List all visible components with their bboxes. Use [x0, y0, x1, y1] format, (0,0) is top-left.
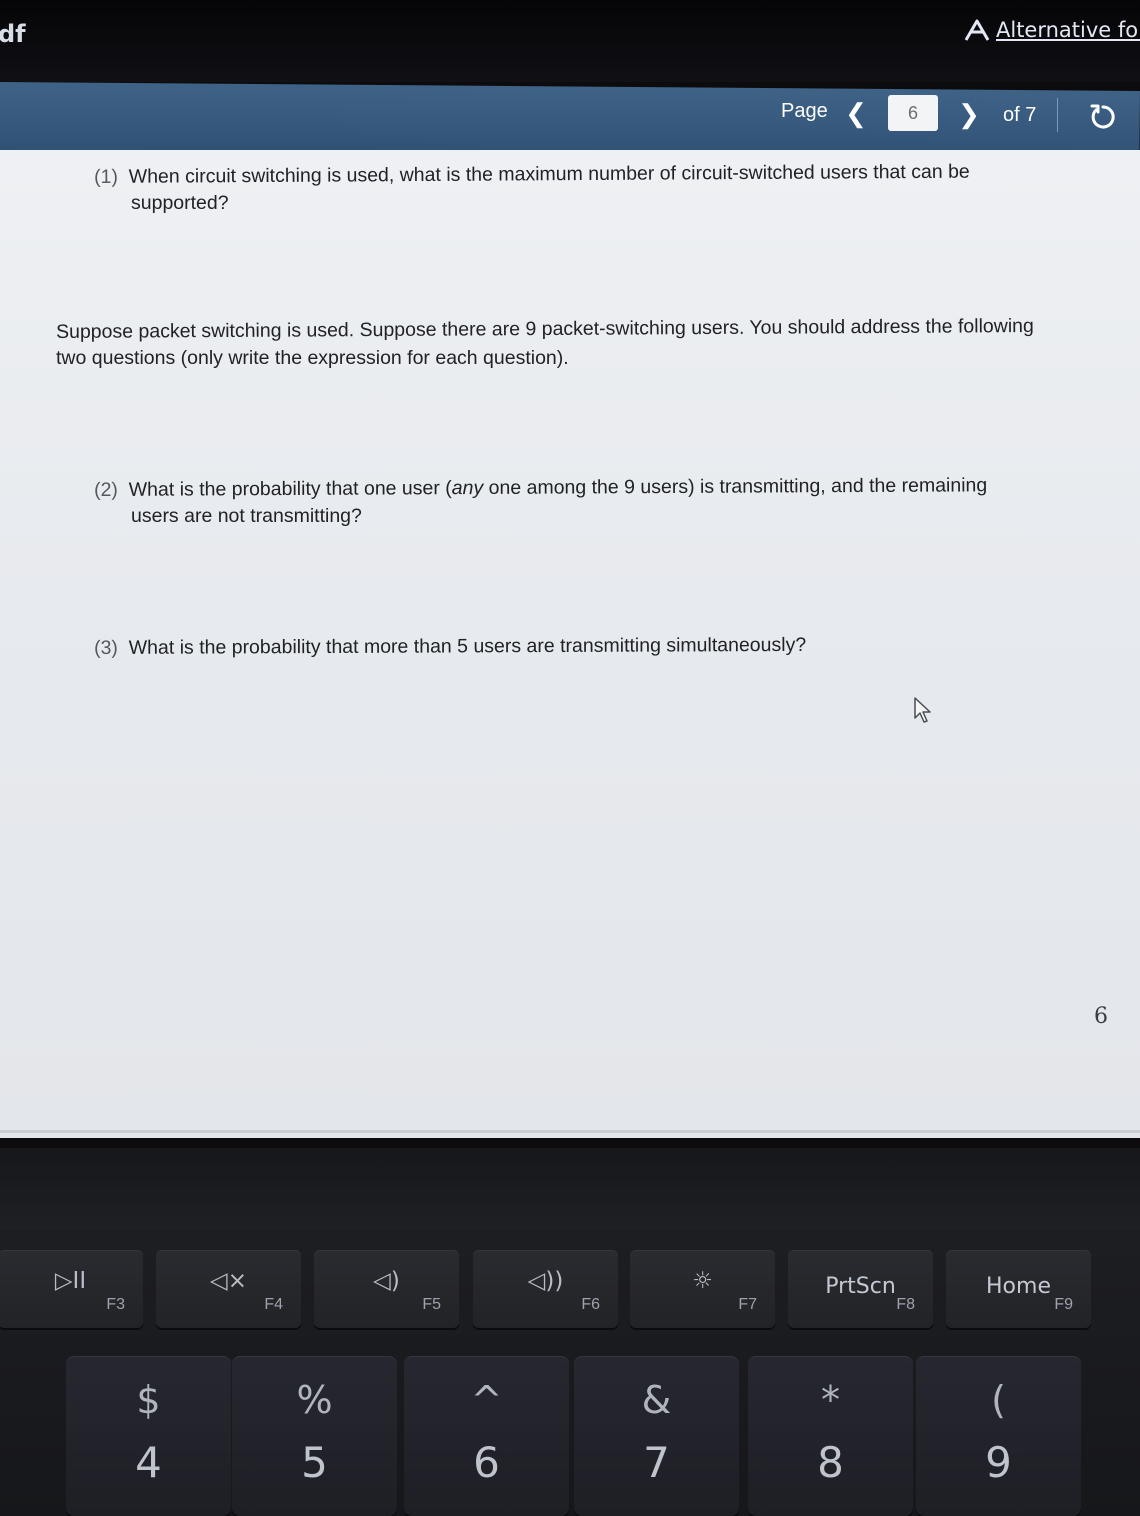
- rotate-icon[interactable]: [1088, 102, 1118, 132]
- alternative-formats-link[interactable]: Alternative for: [964, 18, 1140, 42]
- key-label: F6: [581, 1296, 600, 1313]
- question-number: (2): [94, 478, 118, 501]
- packet-switching-intro-line-2: two questions (only write the expression…: [56, 347, 569, 369]
- question-2: (2) What is the probability that one use…: [94, 473, 1094, 503]
- key-8[interactable]: * 8: [748, 1356, 913, 1516]
- key-shift-legend: *: [821, 1378, 840, 1422]
- question-2-line-2: users are not transmitting?: [131, 505, 362, 527]
- volume-down-icon: ◁): [373, 1268, 400, 1294]
- key-shift-legend: ^: [470, 1378, 503, 1422]
- accessibility-a-icon: [964, 19, 990, 41]
- key-5[interactable]: % 5: [232, 1356, 397, 1516]
- key-legend: 4: [135, 1438, 162, 1487]
- key-legend: 9: [985, 1438, 1012, 1487]
- key-label: F9: [1054, 1296, 1073, 1313]
- page-number-input[interactable]: 6: [888, 95, 938, 131]
- page-footer-number: 6: [1094, 1004, 1108, 1029]
- toolbar-divider: [1057, 98, 1058, 132]
- key-f6[interactable]: ◁)) F6: [473, 1250, 618, 1328]
- chevron-right-icon: ❯: [958, 99, 980, 129]
- key-label: F5: [422, 1296, 441, 1313]
- mute-icon: ◁×: [210, 1268, 247, 1294]
- key-f4[interactable]: ◁× F4: [156, 1250, 301, 1328]
- question-1-line-1: When circuit switching is used, what is …: [128, 160, 970, 188]
- key-4[interactable]: $ 4: [66, 1356, 231, 1516]
- question-3-text: What is the probability that more than 5…: [128, 633, 807, 659]
- next-page-button[interactable]: ❯: [958, 99, 980, 129]
- key-f7[interactable]: ☼ F7: [630, 1250, 775, 1328]
- question-1-line-2: supported?: [131, 192, 229, 214]
- question-3: (3) What is the probability that more th…: [94, 632, 994, 661]
- key-legend: 8: [817, 1438, 844, 1487]
- key-7[interactable]: & 7: [574, 1356, 739, 1516]
- page-bottom-edge: [0, 1130, 1140, 1133]
- key-shift-legend: %: [296, 1378, 333, 1422]
- mouse-pointer-icon: [914, 697, 931, 723]
- key-shift-legend: &: [641, 1378, 672, 1422]
- key-legend: 7: [643, 1438, 670, 1487]
- screenshot-stage: df Alternative for Page ❮ 6 ❯ of 7 (1) W…: [0, 0, 1140, 1516]
- key-9[interactable]: ( 9: [916, 1356, 1081, 1516]
- key-label: F7: [738, 1296, 757, 1313]
- key-label: F4: [264, 1296, 283, 1313]
- question-number: (3): [94, 636, 118, 659]
- page-label: Page: [781, 100, 828, 122]
- key-label: F3: [106, 1296, 125, 1313]
- key-shift-legend: $: [136, 1378, 161, 1422]
- page-count: of 7: [1003, 104, 1037, 126]
- key-legend: 5: [301, 1438, 328, 1487]
- play-pause-icon: ▷II: [54, 1268, 87, 1294]
- app-title: df: [0, 20, 26, 48]
- key-label: F8: [896, 1296, 915, 1313]
- question-2-emphasis: any: [451, 476, 484, 500]
- question-2-text-b: one among the 9 users) is transmitting, …: [483, 474, 988, 499]
- brightness-icon: ☼: [692, 1268, 713, 1294]
- previous-page-button[interactable]: ❮: [845, 98, 867, 128]
- key-f3[interactable]: ▷II F3: [0, 1250, 143, 1328]
- key-shift-legend: (: [991, 1378, 1006, 1422]
- question-number: (1): [94, 165, 118, 188]
- alternative-formats-label: Alternative for: [996, 18, 1140, 42]
- key-legend: 6: [473, 1438, 500, 1487]
- key-f5[interactable]: ◁) F5: [314, 1250, 459, 1328]
- key-f8-prtscn[interactable]: PrtScn F8: [788, 1250, 933, 1328]
- key-f9-home[interactable]: Home F9: [946, 1250, 1091, 1328]
- question-2-text-a: What is the probability that one user (: [128, 477, 452, 501]
- chevron-left-icon: ❮: [845, 98, 867, 128]
- key-6[interactable]: ^ 6: [404, 1356, 569, 1516]
- volume-up-icon: ◁)): [527, 1268, 564, 1294]
